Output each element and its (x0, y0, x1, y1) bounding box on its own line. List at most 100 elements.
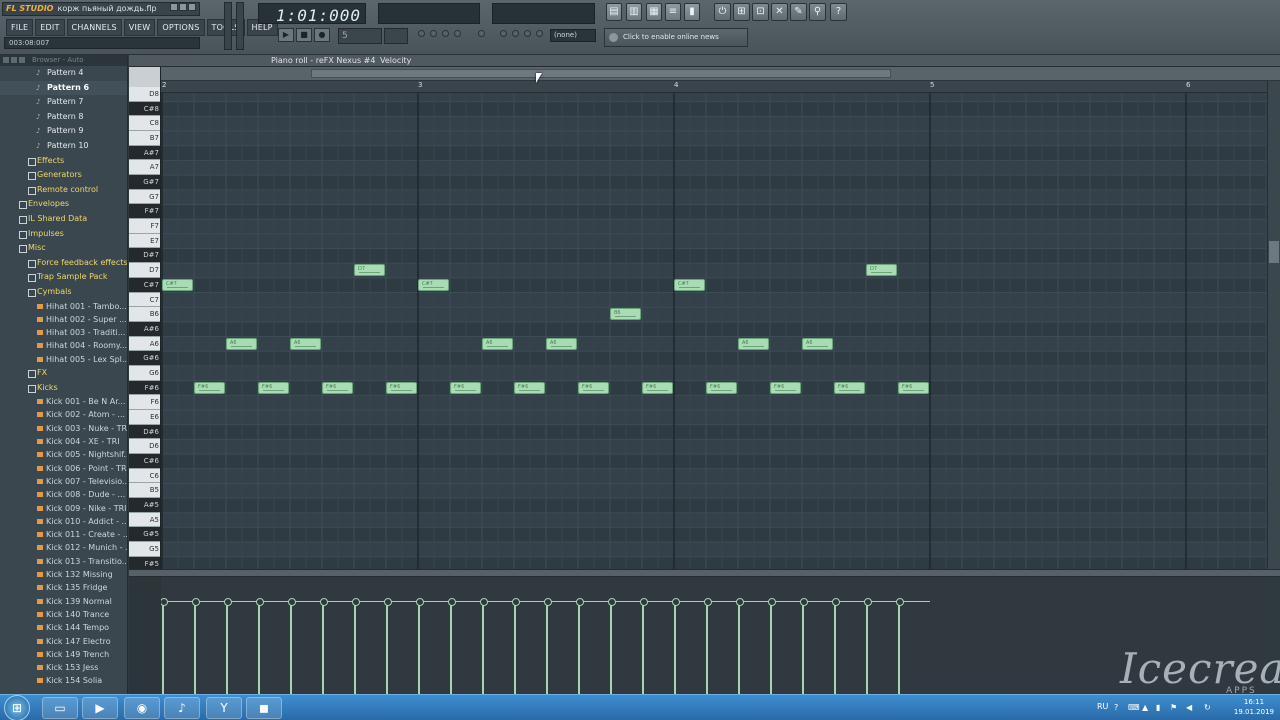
browser-item[interactable]: Hihat 002 - Super ... (0, 313, 127, 326)
velocity-bar[interactable] (192, 598, 200, 694)
note-grid[interactable]: C#7 F#6 A6 F#6 A6 F#6 D7 F#6 C#7 F#6 A6 F#6 A6 F#6 B6 F… (161, 93, 1267, 569)
toggle-5[interactable] (478, 30, 485, 37)
browser-item[interactable]: Kick 139 Normal (0, 595, 127, 608)
piano-key[interactable]: A7 (129, 160, 160, 176)
browser-item[interactable]: Pattern 7 (0, 95, 127, 110)
browser-item[interactable]: Kick 153 Jess (0, 661, 127, 674)
piano-key[interactable]: B5 (129, 483, 160, 499)
piano-key[interactable]: C6 (129, 468, 160, 484)
menu-channels[interactable]: CHANNELS (66, 19, 122, 36)
piano-key[interactable]: E7 (129, 233, 160, 249)
undo-icon[interactable]: ✕ (771, 3, 788, 21)
piano-key[interactable]: D#7 (129, 248, 160, 264)
help-tray-icon[interactable]: ? (1114, 703, 1123, 712)
note[interactable]: F#6 (258, 381, 289, 394)
note[interactable]: C#7 (674, 278, 705, 291)
browser-item[interactable]: Cymbals (0, 285, 127, 300)
velocity-bar[interactable] (288, 598, 296, 694)
toggle-2[interactable] (430, 30, 437, 37)
piano-key[interactable]: A#5 (129, 498, 160, 513)
piano-key[interactable]: A6 (129, 336, 160, 352)
piano-key[interactable]: D6 (129, 439, 160, 454)
velocity-bar[interactable] (640, 598, 648, 694)
piano-roll-icon[interactable]: ▦ (646, 3, 662, 21)
browser-item[interactable]: Pattern 6 (0, 80, 127, 96)
browser-item[interactable]: Kick 001 - Be N Ar... (0, 395, 127, 408)
browser-item[interactable]: Kick 013 - Transitio... (0, 555, 127, 568)
piano-key[interactable]: G6 (129, 365, 160, 381)
velocity-bar[interactable] (800, 598, 808, 694)
piano-roll-view-selector[interactable]: Velocity (380, 55, 411, 67)
browser-item[interactable]: Kicks (0, 381, 127, 396)
browser-item[interactable]: Pattern 9 (0, 124, 127, 139)
browser-item[interactable]: Hihat 005 - Lex Spl... (0, 353, 127, 366)
power-icon[interactable]: ⏻ (714, 3, 731, 21)
close-button[interactable] (188, 3, 196, 11)
piano-key[interactable]: G#7 (129, 175, 160, 190)
note[interactable]: A6 (802, 337, 833, 350)
stop-button[interactable]: ■ (296, 28, 312, 42)
time-display[interactable]: 1:01:000 (258, 3, 366, 25)
toggle-6[interactable] (500, 30, 507, 37)
piano-key[interactable]: B7 (129, 131, 160, 146)
browser-menu-icon[interactable] (19, 57, 25, 63)
note[interactable]: A6 (226, 337, 257, 350)
browser-item[interactable]: Trap Sample Pack (0, 270, 127, 285)
browser-item[interactable]: Kick 002 - Atom - ... (0, 408, 127, 421)
online-news-button[interactable]: Click to enable online news (604, 28, 748, 47)
browser-item[interactable]: Kick 004 - XE - TRI (0, 435, 127, 448)
piano-key[interactable]: F6 (129, 395, 160, 410)
browser-item[interactable]: Pattern 4 (0, 66, 127, 81)
velocity-bar[interactable] (384, 598, 392, 694)
toggle-1[interactable] (418, 30, 425, 37)
tools-icon[interactable]: ✎ (790, 3, 807, 21)
maximize-button[interactable] (179, 3, 187, 11)
toggle-4[interactable] (454, 30, 461, 37)
velocity-bar[interactable] (512, 598, 520, 694)
piano-keyboard[interactable]: D8 C#8 C8 B7 A#7 A7 G#7 G7 F#7 F7 E7 D#7 D7 C#7 C7 B6 A#… (129, 67, 161, 572)
yandex-browser-icon[interactable]: Y (206, 697, 242, 719)
browser-item[interactable]: Pattern 8 (0, 110, 127, 125)
vertical-scrollbar[interactable] (1267, 81, 1280, 572)
step-sequencer-icon[interactable]: ▥ (626, 3, 642, 21)
piano-key[interactable]: D#6 (129, 424, 160, 440)
browser-item[interactable]: Hihat 001 - Tambo... (0, 300, 127, 313)
project-info-icon[interactable]: ⚲ (809, 3, 826, 21)
piano-key[interactable]: F7 (129, 219, 160, 234)
velocity-bar[interactable] (864, 598, 872, 694)
note[interactable]: A6 (546, 337, 577, 350)
toggle-8[interactable] (524, 30, 531, 37)
browser-forward-icon[interactable] (11, 57, 17, 63)
mixer-icon[interactable]: ▮ (684, 3, 700, 21)
velocity-bar[interactable] (320, 598, 328, 694)
browser-item[interactable]: Kick 149 Trench (0, 648, 127, 661)
velocity-bar[interactable] (544, 598, 552, 694)
note[interactable]: B6 (610, 308, 641, 321)
menu-edit[interactable]: EDIT (35, 19, 65, 36)
chrome-icon[interactable]: ◉ (124, 697, 160, 719)
tempo-display[interactable] (384, 28, 408, 44)
recorder-icon[interactable]: ◼ (246, 697, 282, 719)
velocity-bar[interactable] (256, 598, 264, 694)
browser-item[interactable]: Kick 154 Solia (0, 674, 127, 687)
piano-key[interactable]: G#5 (129, 527, 160, 543)
render-icon[interactable]: ⊞ (733, 3, 750, 21)
sync-tray-icon[interactable]: ↻ (1204, 703, 1213, 712)
note[interactable]: A6 (738, 337, 769, 350)
browser-item[interactable]: Kick 144 Tempo (0, 621, 127, 634)
browser-item[interactable]: Kick 010 - Addict - ... (0, 515, 127, 528)
browser-item[interactable]: Kick 007 - Televisio... (0, 475, 127, 488)
velocity-bar[interactable] (832, 598, 840, 694)
note[interactable]: F#6 (834, 381, 865, 394)
browser-item[interactable]: Kick 008 - Dude - ... (0, 488, 127, 501)
minimize-button[interactable] (170, 3, 178, 11)
event-editor-divider[interactable] (129, 569, 1280, 577)
note[interactable]: F#6 (386, 381, 417, 394)
piano-key[interactable]: A5 (129, 512, 160, 528)
piano-key[interactable]: A#6 (129, 321, 160, 337)
toggle-3[interactable] (442, 30, 449, 37)
menu-file[interactable]: FILE (6, 19, 34, 36)
note[interactable]: D7 (866, 264, 897, 277)
browser-item[interactable]: Hihat 003 - Traditi... (0, 326, 127, 339)
piano-key[interactable]: C7 (129, 292, 160, 308)
